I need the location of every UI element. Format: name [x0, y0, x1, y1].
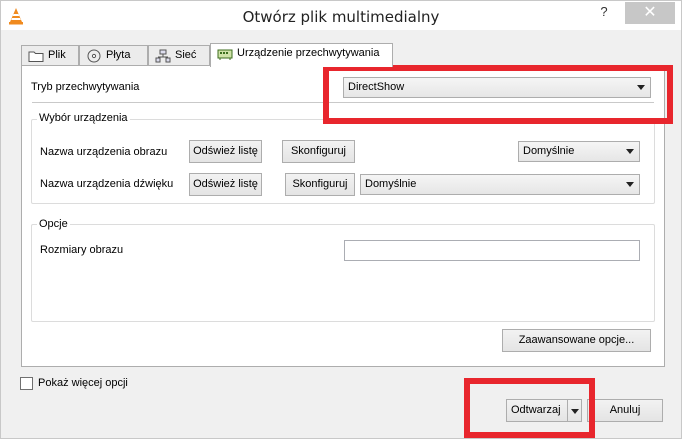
- video-device-value: Domyślnie: [523, 145, 575, 157]
- tab-file-label: Plik: [48, 49, 66, 61]
- open-media-dialog: Otwórz plik multimedialny ? ✕ Plik Płyta: [0, 0, 682, 439]
- video-device-select[interactable]: Domyślnie: [518, 141, 640, 162]
- video-device-label: Nazwa urządzenia obrazu: [40, 146, 168, 158]
- play-menu-button[interactable]: [567, 399, 582, 422]
- image-size-label: Rozmiary obrazu: [40, 244, 124, 256]
- device-selection-title: Wybór urządzenia: [37, 112, 130, 124]
- audio-device-label: Nazwa urządzenia dźwięku: [40, 178, 174, 190]
- tab-file[interactable]: Plik: [21, 45, 79, 66]
- close-button[interactable]: ✕: [625, 2, 675, 24]
- video-configure-button[interactable]: Skonfiguruj: [282, 140, 355, 163]
- options-group: [31, 224, 655, 322]
- capture-mode-select[interactable]: DirectShow: [343, 77, 651, 98]
- video-refresh-button[interactable]: Odśwież listę: [189, 140, 262, 163]
- tab-capture-device[interactable]: Urządzenie przechwytywania: [210, 43, 393, 67]
- folder-icon: [28, 51, 44, 62]
- disc-icon: [87, 49, 101, 63]
- audio-configure-button[interactable]: Skonfiguruj: [285, 173, 355, 196]
- window-title: Otwórz plik multimedialny: [242, 8, 440, 26]
- audio-device-value: Domyślnie: [365, 178, 417, 190]
- capture-mode-label: Tryb przechwytywania: [31, 81, 140, 93]
- chevron-down-icon: [637, 85, 645, 90]
- chevron-down-icon: [626, 182, 634, 187]
- show-more-options-checkbox[interactable]: [20, 377, 33, 390]
- tab-disc-label: Płyta: [106, 49, 131, 61]
- tab-capture-device-label: Urządzenie przechwytywania: [237, 47, 380, 59]
- capture-mode-value: DirectShow: [348, 81, 405, 93]
- chevron-down-icon: [626, 149, 634, 154]
- capture-panel: Tryb przechwytywania DirectShow Wybór ur…: [21, 65, 665, 367]
- advanced-options-button[interactable]: Zaawansowane opcje...: [502, 329, 651, 352]
- tab-network-label: Sieć: [175, 49, 197, 61]
- chevron-down-icon: [571, 409, 579, 414]
- options-title: Opcje: [37, 218, 70, 230]
- tab-disc[interactable]: Płyta: [79, 45, 148, 66]
- divider: [32, 102, 654, 103]
- title-bar: Otwórz plik multimedialny ? ✕: [1, 1, 681, 31]
- image-size-input[interactable]: [344, 240, 640, 261]
- show-more-options-label: Pokaż więcej opcji: [38, 377, 128, 389]
- play-button-label: Odtwarzaj: [511, 404, 561, 416]
- help-button[interactable]: ?: [595, 4, 613, 22]
- cancel-button[interactable]: Anuluj: [587, 399, 663, 422]
- capture-device-icon: [217, 49, 233, 60]
- audio-refresh-button[interactable]: Odśwież listę: [189, 173, 262, 196]
- tab-network[interactable]: Sieć: [148, 45, 210, 66]
- network-icon: [155, 49, 171, 63]
- audio-device-select[interactable]: Domyślnie: [360, 174, 640, 195]
